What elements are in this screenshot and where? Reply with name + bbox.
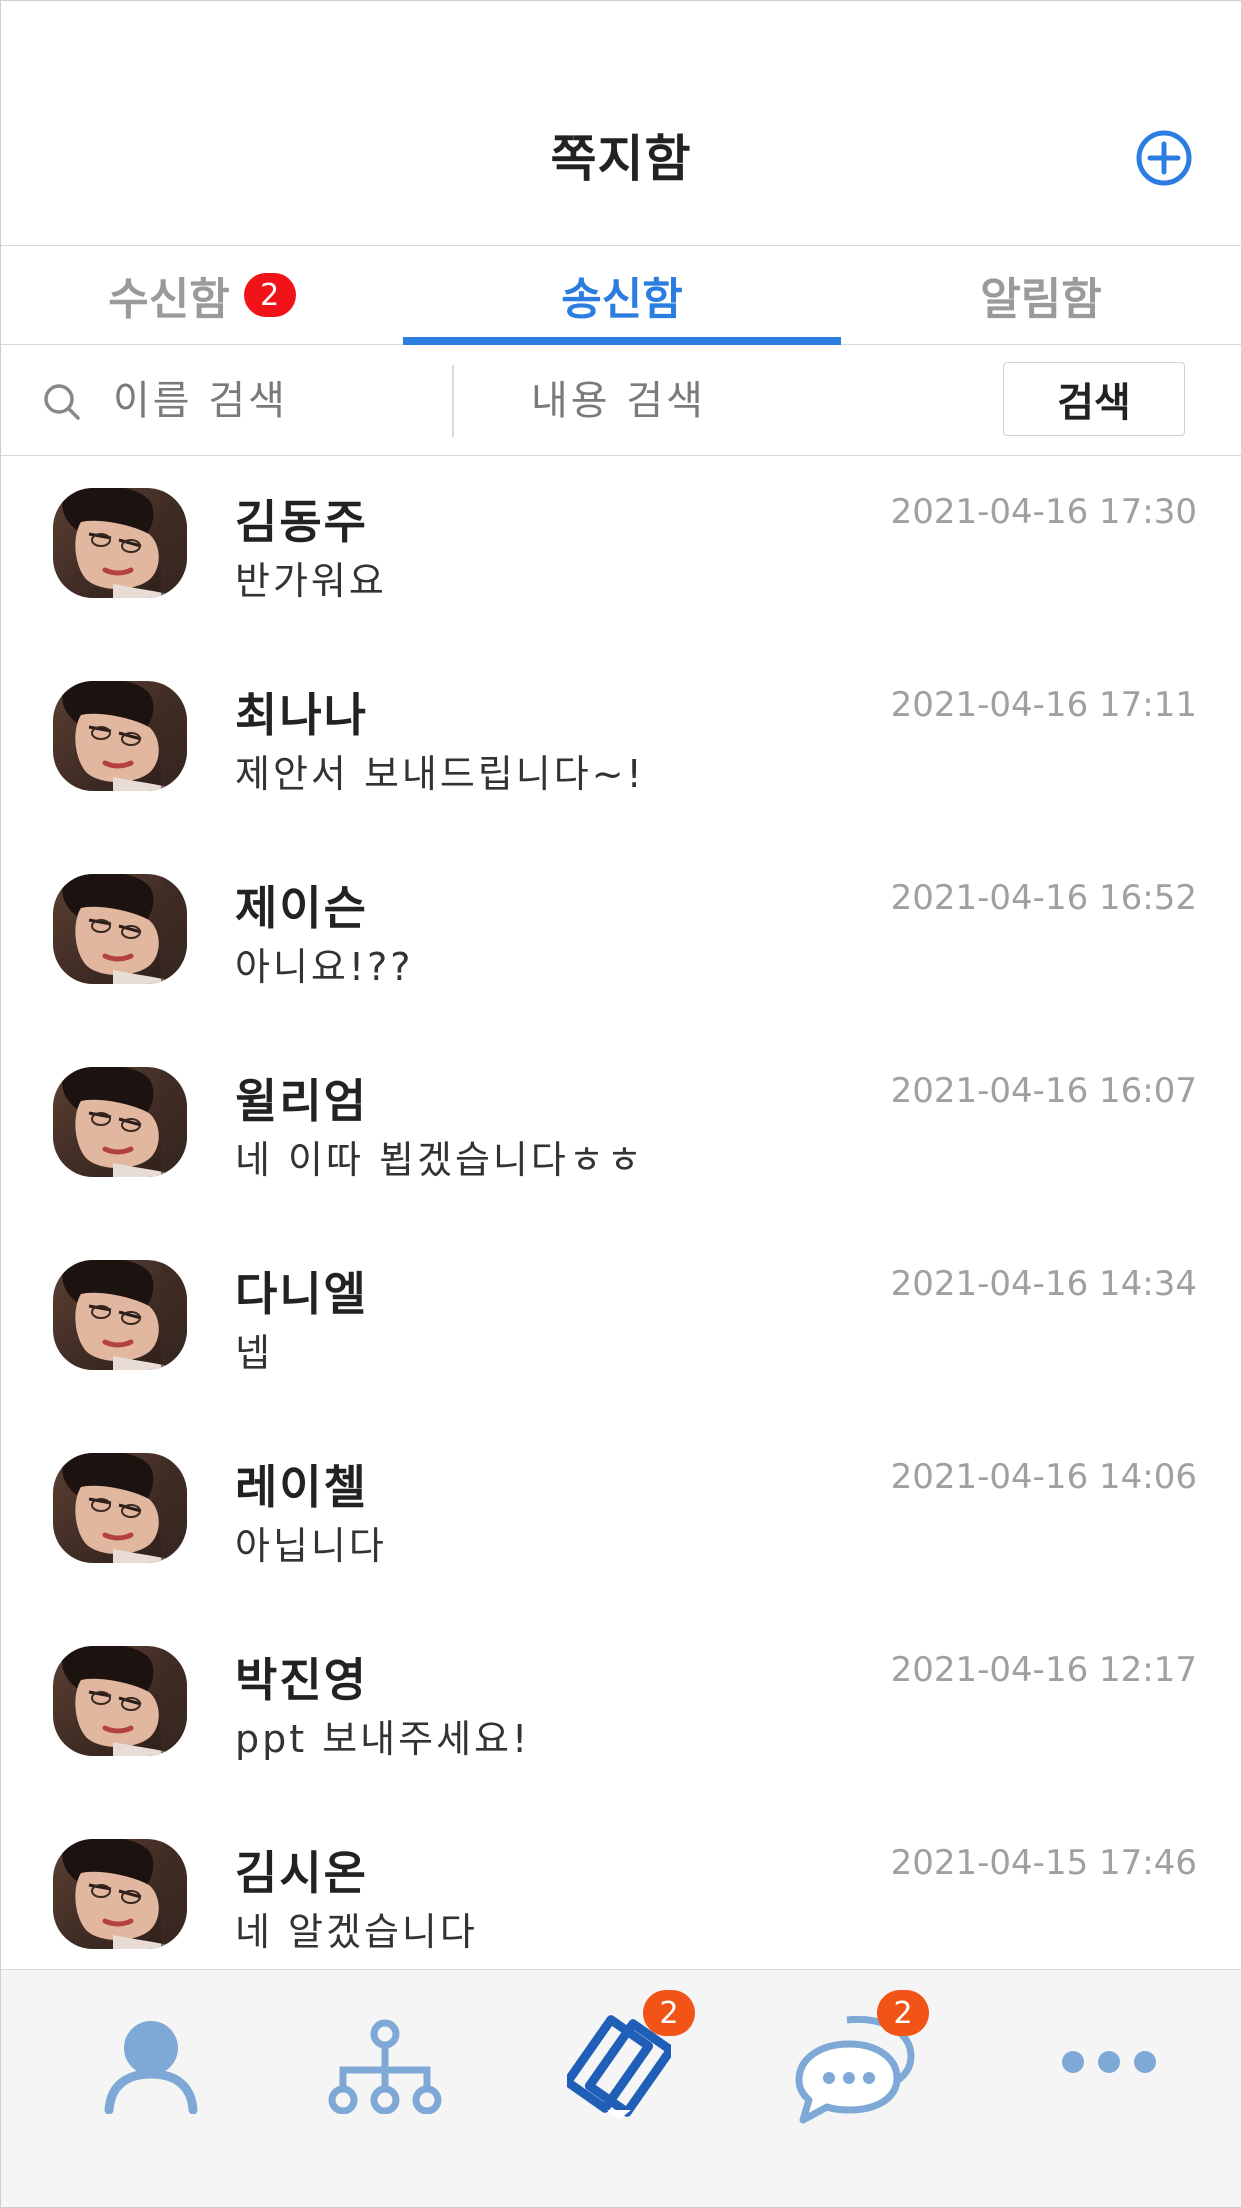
sender-name: 박진영 (235, 1653, 368, 1707)
message-time: 2021-04-16 17:11 (890, 685, 1197, 725)
sender-name: 김동주 (235, 495, 368, 549)
messages-badge: 2 (643, 1990, 695, 2036)
list-item[interactable]: 김동주 2021-04-16 17:30 반가워요 (1, 456, 1241, 649)
tab-sent-label: 송신함 (561, 274, 683, 325)
name-search-input[interactable] (111, 367, 445, 435)
more-icon (1062, 2051, 1156, 2073)
list-item[interactable]: 김시온 2021-04-15 17:46 네 알겠습니다 (1, 1807, 1241, 1968)
search-button[interactable]: 검색 (1003, 362, 1185, 436)
avatar (53, 1067, 187, 1177)
plus-circle-icon[interactable] (1135, 129, 1193, 187)
tab-notifications[interactable]: 알림함 (841, 246, 1241, 344)
sender-name: 윌리엄 (235, 1074, 368, 1128)
chat-badge: 2 (877, 1990, 929, 2036)
list-item[interactable]: 레이첼 2021-04-16 14:06 아닙니다 (1, 1421, 1241, 1614)
message-preview: 넵 (235, 1331, 273, 1375)
person-icon (104, 2021, 198, 2114)
sender-name: 레이첼 (235, 1460, 368, 1514)
avatar (53, 681, 187, 791)
message-time: 2021-04-16 14:34 (890, 1264, 1197, 1304)
content-search-input[interactable] (529, 367, 863, 435)
search-divider (452, 365, 454, 437)
sender-name: 다니엘 (235, 1267, 368, 1321)
message-time: 2021-04-16 16:52 (890, 878, 1197, 918)
list-item[interactable]: 박진영 2021-04-16 12:17 ppt 보내주세요! (1, 1614, 1241, 1807)
bottom-nav: 2 2 (1, 1969, 1241, 2207)
message-time: 2021-04-16 12:17 (890, 1650, 1197, 1690)
tab-sent[interactable]: 송신함 (403, 246, 841, 344)
nav-messages[interactable]: 2 (497, 1970, 745, 2170)
list-item[interactable]: 제이슨 2021-04-16 16:52 아니요!?? (1, 842, 1241, 1035)
header: 쪽지함 (1, 1, 1241, 246)
active-tab-indicator (403, 337, 841, 345)
message-preview: 반가워요 (235, 559, 387, 603)
page-title: 쪽지함 (550, 130, 692, 188)
message-preview: 제안서 보내드립니다~! (235, 752, 645, 796)
message-time: 2021-04-16 16:07 (890, 1071, 1197, 1111)
message-preview: 아닙니다 (235, 1524, 387, 1568)
message-time: 2021-04-16 17:30 (890, 492, 1197, 532)
list-item[interactable]: 다니엘 2021-04-16 14:34 넵 (1, 1228, 1241, 1421)
message-time: 2021-04-15 17:46 (890, 1843, 1197, 1883)
tab-notifications-label: 알림함 (980, 274, 1102, 325)
list-item[interactable]: 최나나 2021-04-16 17:11 제안서 보내드립니다~! (1, 649, 1241, 842)
sender-name: 최나나 (235, 688, 368, 742)
tab-inbox[interactable]: 수신함 2 (1, 246, 403, 344)
nav-more[interactable] (983, 1970, 1231, 2170)
avatar (53, 874, 187, 984)
tab-inbox-label: 수신함 (108, 274, 230, 325)
search-icon (44, 384, 80, 420)
sender-name: 제이슨 (235, 881, 368, 935)
message-preview: 네 이따 뵙겠습니다ㅎㅎ (235, 1138, 645, 1182)
message-list: 김동주 2021-04-16 17:30 반가워요 최나나 2021-04-16… (1, 456, 1241, 1968)
message-preview: 네 알겠습니다 (235, 1910, 478, 1954)
avatar (53, 1839, 187, 1949)
org-chart-icon (328, 2019, 442, 2114)
list-item[interactable]: 윌리엄 2021-04-16 16:07 네 이따 뵙겠습니다ㅎㅎ (1, 1035, 1241, 1228)
sender-name: 김시온 (235, 1846, 368, 1900)
search-bar: 검색 (1, 345, 1241, 456)
message-time: 2021-04-16 14:06 (890, 1457, 1197, 1497)
tab-bar: 수신함 2 송신함 알림함 (1, 246, 1241, 345)
nav-organization[interactable] (263, 1970, 511, 2170)
message-preview: 아니요!?? (235, 945, 414, 989)
nav-contacts[interactable] (29, 1970, 277, 2170)
message-preview: ppt 보내주세요! (235, 1717, 531, 1761)
app-screen: 쪽지함 수신함 2 송신함 알림함 검색 (0, 0, 1242, 2208)
avatar (53, 1646, 187, 1756)
avatar (53, 488, 187, 598)
avatar (53, 1453, 187, 1563)
inbox-unread-badge: 2 (243, 273, 296, 317)
avatar (53, 1260, 187, 1370)
nav-chat[interactable]: 2 (731, 1970, 979, 2170)
